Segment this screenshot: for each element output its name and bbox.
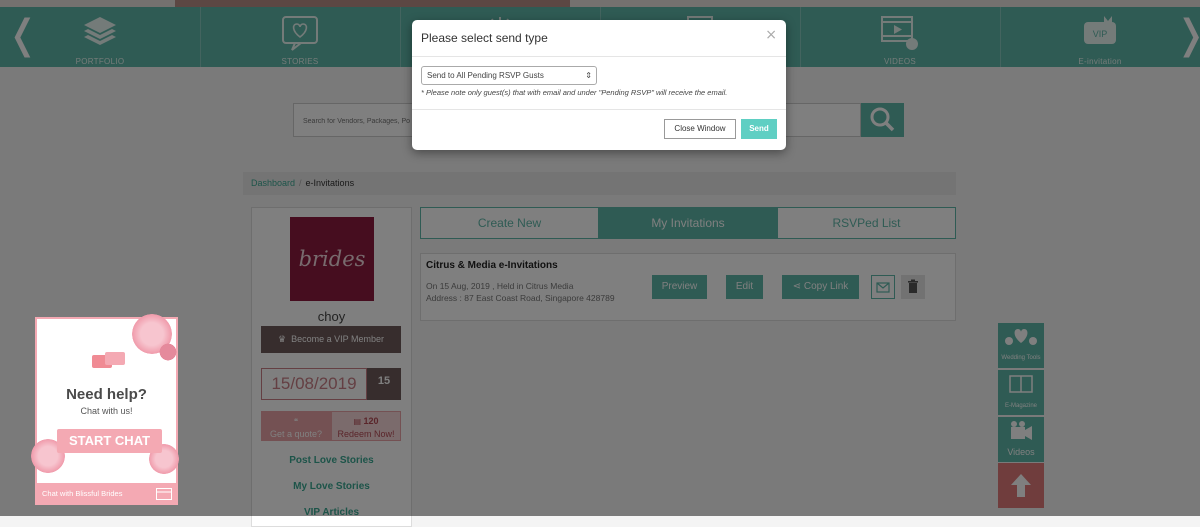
chat-subtitle: Chat with us! — [80, 406, 133, 416]
send-button[interactable]: Send — [741, 119, 777, 139]
send-type-modal: Please select send type × Send to All Pe… — [412, 20, 786, 150]
modal-header: Please select send type × — [412, 20, 786, 57]
chat-footer-bar[interactable]: Chat with Blissful Brides — [35, 483, 178, 505]
start-chat-button[interactable]: START CHAT — [57, 429, 162, 453]
chat-title: Need help? — [66, 386, 147, 403]
page: ❬ PORTFOLIO STORIES VIDEOS VIP E-invitat… — [0, 0, 1200, 527]
chat-widget[interactable]: Need help? Chat with us! START CHAT — [31, 314, 181, 505]
send-type-select[interactable]: Send to All Pending RSVP Gusts ⇕ — [421, 66, 597, 85]
chat-bubble-icon — [92, 352, 125, 368]
modal-title: Please select send type — [421, 31, 548, 45]
card-icon — [156, 488, 172, 500]
close-window-button[interactable]: Close Window — [664, 119, 736, 139]
send-type-value: Send to All Pending RSVP Gusts — [427, 71, 544, 80]
modal-note: * Please note only guest(s) that with em… — [421, 88, 728, 97]
flower-decoration — [155, 339, 181, 365]
close-icon[interactable]: × — [765, 27, 777, 43]
select-caret-icon: ⇕ — [585, 71, 592, 80]
chat-footer-label: Chat with Blissful Brides — [42, 489, 123, 498]
modal-footer — [412, 109, 786, 110]
